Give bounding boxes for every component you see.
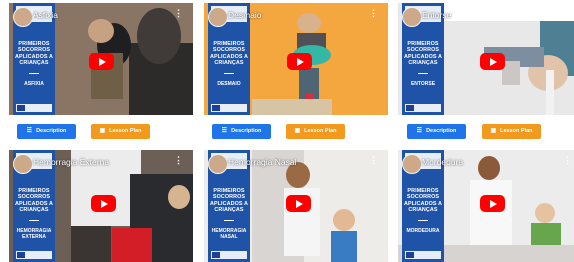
panel-title: PRIMEIROS SOCORROS APLICADOS A CRIANÇAS: [14, 188, 54, 214]
play-icon[interactable]: [91, 195, 116, 212]
description-button[interactable]: ☰ Description: [212, 124, 271, 139]
panel-title: PRIMEIROS SOCORROS APLICADOS A CRIANÇAS: [403, 41, 443, 67]
panel-divider: [29, 72, 39, 74]
panel-topic: MORDEDURA: [406, 227, 440, 234]
video-card-hemorragia-nasal[interactable]: PRIMEIROS SOCORROS APLICADOS A CRIANÇAS …: [204, 150, 388, 262]
description-button[interactable]: ☰ Description: [17, 124, 76, 139]
lesson-plan-button[interactable]: ▣ Lesson Plan: [482, 124, 541, 139]
book-icon: ▣: [294, 128, 301, 134]
book-icon: ▣: [99, 128, 106, 134]
video-card-hemorragia-externa[interactable]: PRIMEIROS SOCORROS APLICADOS A CRIANÇAS …: [9, 150, 193, 262]
description-label: Description: [426, 128, 457, 134]
video-card-entorse[interactable]: PRIMEIROS SOCORROS APLICADOS A CRIANÇAS …: [398, 3, 574, 115]
panel-title: PRIMEIROS SOCORROS APLICADOS A CRIANÇAS: [403, 188, 443, 214]
video-title[interactable]: Mordedura: [422, 157, 463, 167]
video-card-mordedura[interactable]: PRIMEIROS SOCORROS APLICADOS A CRIANÇAS …: [398, 150, 574, 262]
panel-topic: HEMORRAGIA EXTERNA: [16, 227, 52, 240]
panel-divider: [224, 219, 234, 221]
channel-avatar[interactable]: [13, 7, 33, 27]
eu-logo: [405, 251, 441, 259]
panel-title: PRIMEIROS SOCORROS APLICADOS A CRIANÇAS: [14, 41, 54, 67]
panel-title: PRIMEIROS SOCORROS APLICADOS A CRIANÇAS: [209, 41, 249, 67]
channel-avatar[interactable]: [402, 7, 422, 27]
channel-avatar[interactable]: [208, 7, 228, 27]
play-icon[interactable]: [480, 53, 505, 70]
book-icon: ▣: [490, 128, 497, 134]
channel-avatar[interactable]: [208, 154, 228, 174]
video-title[interactable]: Hemorragia Nasal: [228, 157, 297, 167]
lesson-plan-label: Lesson Plan: [304, 128, 337, 134]
play-icon[interactable]: [287, 53, 312, 70]
lesson-plan-label: Lesson Plan: [500, 128, 533, 134]
more-options-icon[interactable]: ⋮: [174, 9, 183, 18]
video-title[interactable]: Asfixia: [33, 10, 58, 20]
eu-logo: [211, 251, 247, 259]
description-label: Description: [36, 128, 67, 134]
lesson-plan-button[interactable]: ▣ Lesson Plan: [286, 124, 345, 139]
panel-title: PRIMEIROS SOCORROS APLICADOS A CRIANÇAS: [209, 188, 249, 214]
video-card-desmaio[interactable]: PRIMEIROS SOCORROS APLICADOS A CRIANÇAS …: [204, 3, 388, 115]
panel-divider: [418, 219, 428, 221]
panel-topic: HEMORRAGIA NASAL: [211, 227, 247, 240]
play-icon[interactable]: [89, 53, 114, 70]
eu-logo: [211, 104, 247, 112]
list-icon: ☰: [26, 128, 33, 134]
play-icon[interactable]: [286, 195, 311, 212]
more-options-icon[interactable]: ⋮: [174, 156, 183, 165]
panel-topic: DESMAIO: [217, 80, 241, 87]
lesson-plan-label: Lesson Plan: [109, 128, 142, 134]
panel-divider: [418, 72, 428, 74]
list-icon: ☰: [221, 128, 228, 134]
video-title[interactable]: Desmaio: [228, 10, 262, 20]
eu-logo: [405, 104, 441, 112]
more-options-icon[interactable]: ⋮: [563, 9, 572, 18]
eu-logo: [16, 251, 52, 259]
description-button[interactable]: ☰ Description: [407, 124, 466, 139]
lesson-plan-button[interactable]: ▣ Lesson Plan: [91, 124, 150, 139]
more-options-icon[interactable]: ⋮: [563, 156, 572, 165]
panel-topic: ASFIXIA: [24, 80, 44, 87]
more-options-icon[interactable]: ⋮: [369, 9, 378, 18]
video-title[interactable]: Entorse: [422, 10, 451, 20]
panel-divider: [224, 72, 234, 74]
panel-divider: [29, 219, 39, 221]
list-icon: ☰: [416, 128, 423, 134]
description-label: Description: [231, 128, 262, 134]
eu-logo: [16, 104, 52, 112]
channel-avatar[interactable]: [13, 154, 33, 174]
video-title[interactable]: Hemorragia Externa: [33, 157, 109, 167]
play-icon[interactable]: [480, 195, 505, 212]
video-card-asfixia[interactable]: PRIMEIROS SOCORROS APLICADOS A CRIANÇAS …: [9, 3, 193, 115]
panel-topic: ENTORSE: [410, 80, 436, 87]
more-options-icon[interactable]: ⋮: [369, 156, 378, 165]
channel-avatar[interactable]: [402, 154, 422, 174]
